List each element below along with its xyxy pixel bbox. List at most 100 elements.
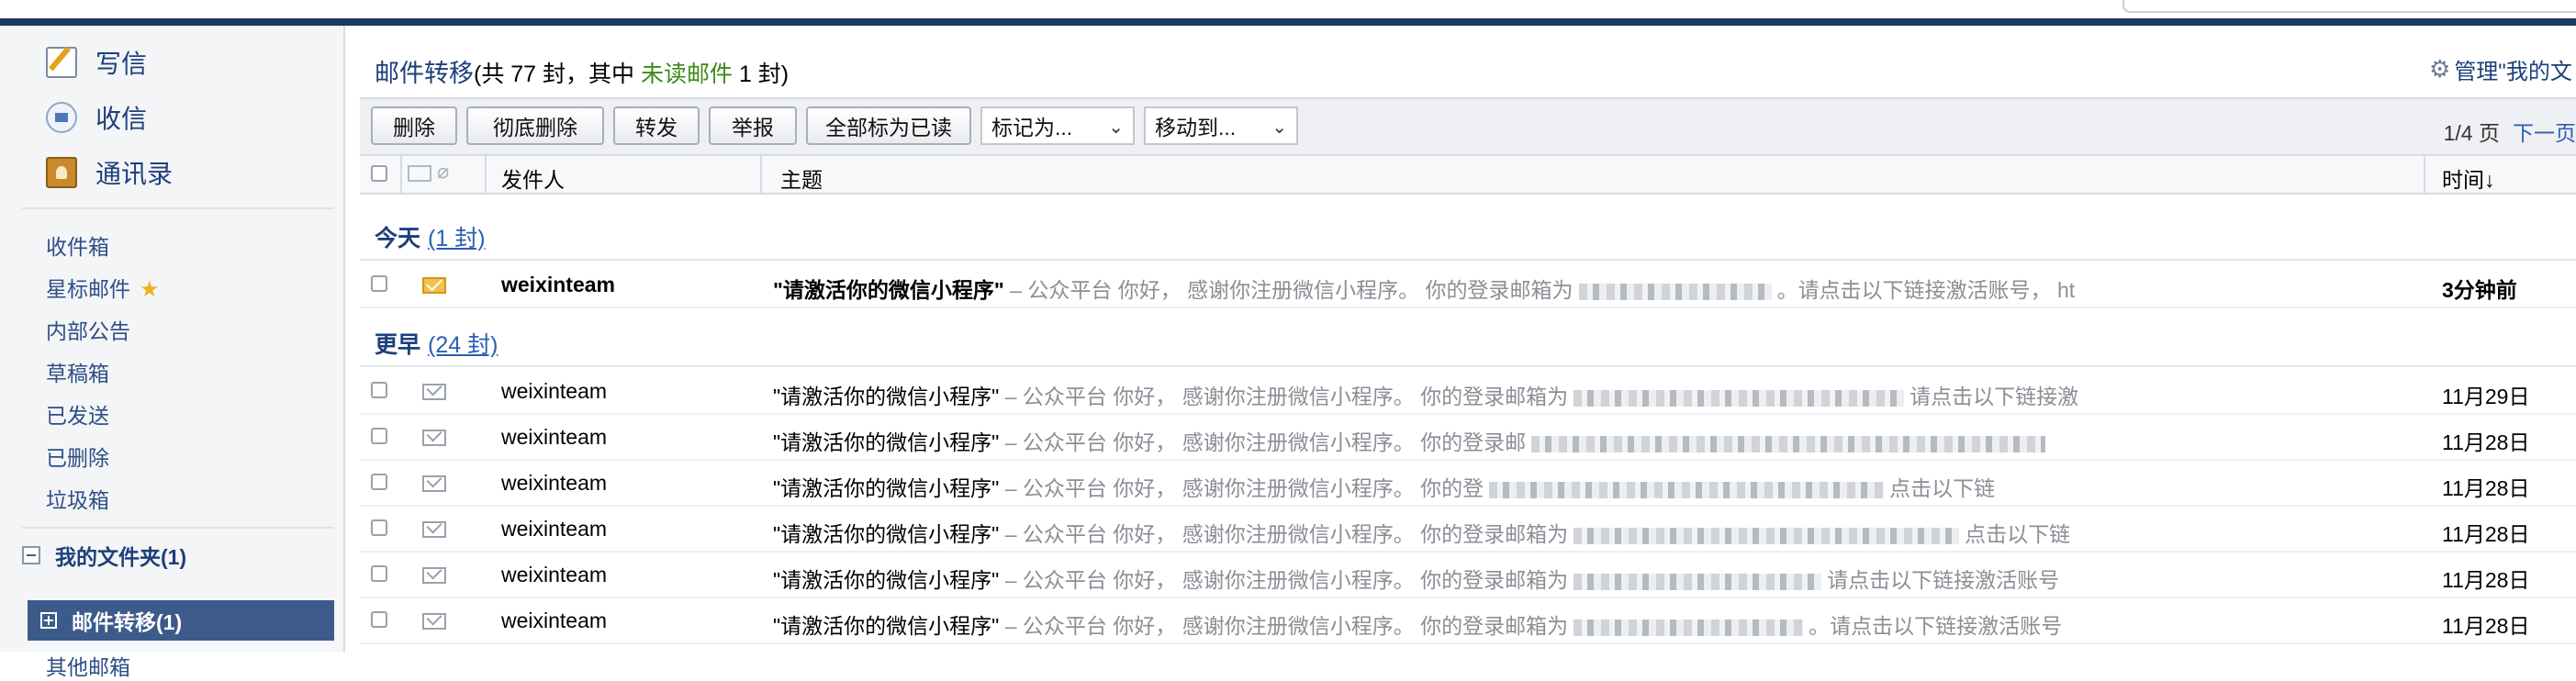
unread-link[interactable]: 未读邮件 <box>641 61 733 87</box>
subject: "请激活你的微信小程序" <box>773 430 1000 454</box>
unread-envelope-icon <box>422 277 446 294</box>
report-button[interactable]: 举报 <box>709 106 797 145</box>
row-checkbox[interactable] <box>371 382 387 398</box>
my-folders-label: 我的文件夹(1) <box>55 545 187 569</box>
move-to-select[interactable]: 移动到... ⌄ <box>1144 106 1298 145</box>
sidebar-item-announcements[interactable]: 内部公告 <box>46 314 130 345</box>
sidebar-item-drafts[interactable]: 草稿箱 <box>46 356 109 387</box>
subject-line[interactable]: "请激活你的微信小程序" – 公众平台 你好， 感谢你注册微信小程序。 你的登录… <box>773 425 2051 456</box>
sidebar-item-mail-transfer[interactable]: 邮件转移(1) <box>28 600 334 641</box>
sidebar-divider <box>22 527 334 529</box>
preview: 请点击以下链接激 <box>1910 385 2079 408</box>
subject-line[interactable]: "请激活你的微信小程序" – 公众平台 你好， 感谢你注册微信小程序。 你的登 点… <box>773 471 1995 502</box>
subject-line[interactable]: "请激活你的微信小程序" – 公众平台 你好， 感谢你注册微信小程序。 你的登录… <box>773 517 2070 548</box>
sender: weixinteam <box>501 273 615 296</box>
select-all-checkbox[interactable] <box>371 165 387 182</box>
receive-icon <box>46 102 77 133</box>
preview: – 公众平台 你好， 感谢你注册微信小程序。 你的登录邮箱为 <box>1003 278 1574 302</box>
subject: "请激活你的微信小程序" <box>773 278 1004 302</box>
row-checkbox[interactable] <box>371 275 387 292</box>
group-label: 今天 <box>375 226 421 251</box>
sidebar-item-other-mailbox[interactable]: 其他邮箱 <box>46 650 130 681</box>
subject: "请激活你的微信小程序" <box>773 385 1000 408</box>
compose-label: 写信 <box>95 50 148 78</box>
read-envelope-icon <box>422 430 446 446</box>
row-checkbox[interactable] <box>371 474 387 490</box>
delete-button[interactable]: 删除 <box>371 106 457 145</box>
redacted-text <box>1574 389 1905 407</box>
subject: "请激活你的微信小程序" <box>773 522 1000 546</box>
sidebar-item-starred[interactable]: 星标邮件 ★ <box>46 272 160 303</box>
time: 11月29日 <box>2442 385 2530 408</box>
group-count-link[interactable]: (24 封) <box>428 332 498 358</box>
row-checkbox[interactable] <box>371 565 387 582</box>
time: 3分钟前 <box>2442 278 2517 302</box>
sender: weixinteam <box>501 379 608 403</box>
top-bar <box>0 0 2576 26</box>
column-divider <box>400 156 402 193</box>
search-input[interactable] <box>2122 0 2576 13</box>
table-row[interactable]: weixinteam "请激活你的微信小程序" – 公众平台 你好， 感谢你注册… <box>360 551 2576 598</box>
manage-folders-link[interactable]: ⚙ 管理"我的文 <box>2429 53 2572 85</box>
my-folders-toggle[interactable]: 我的文件夹(1) <box>22 540 186 571</box>
sender: weixinteam <box>501 471 608 495</box>
mark-all-read-button[interactable]: 全部标为已读 <box>806 106 971 145</box>
subject: "请激活你的微信小程序" <box>773 568 1000 592</box>
table-row[interactable]: weixinteam "请激活你的微信小程序" – 公众平台 你好， 感谢你注册… <box>360 261 2576 308</box>
preview: – 公众平台 你好， 感谢你注册微信小程序。 你的登录邮箱为 <box>999 568 1569 592</box>
sender-column-header[interactable]: 发件人 <box>501 162 565 194</box>
compose-button[interactable]: 写信 <box>46 42 147 83</box>
table-row[interactable]: weixinteam "请激活你的微信小程序" – 公众平台 你好， 感谢你注册… <box>360 597 2576 644</box>
table-row[interactable]: weixinteam "请激活你的微信小程序" – 公众平台 你好， 感谢你注册… <box>360 505 2576 553</box>
toolbar: 删除 彻底删除 转发 举报 全部标为已读 标记为... ⌄ 移动到... ⌄ 1… <box>360 97 2576 156</box>
contacts-icon <box>46 157 77 188</box>
table-row[interactable]: weixinteam "请激活你的微信小程序" – 公众平台 你好， 感谢你注册… <box>360 367 2576 415</box>
preview: – 公众平台 你好， 感谢你注册微信小程序。 你的登录邮箱为 <box>999 522 1569 546</box>
next-page-link[interactable]: 下一页 <box>2513 121 2576 145</box>
time: 11月28日 <box>2442 430 2530 454</box>
contacts-button[interactable]: 通讯录 <box>46 152 173 193</box>
redacted-text <box>1574 573 1822 590</box>
main-panel: 邮件转移(共 77 封，其中 未读邮件 1 封) ⚙ 管理"我的文 删除 彻底删… <box>345 26 2576 652</box>
sidebar-item-inbox[interactable]: 收件箱 <box>46 229 109 261</box>
subject-line[interactable]: "请激活你的微信小程序" – 公众平台 你好， 感谢你注册微信小程序。 你的登录… <box>773 563 2059 594</box>
time: 11月28日 <box>2442 568 2530 592</box>
mark-as-select[interactable]: 标记为... ⌄ <box>980 106 1135 145</box>
sidebar-item-spam[interactable]: 垃圾箱 <box>46 483 109 514</box>
subject-column-header[interactable]: 主题 <box>780 162 823 194</box>
forward-button[interactable]: 转发 <box>613 106 700 145</box>
group-header-earlier: 更早 (24 封) <box>375 327 498 360</box>
read-envelope-icon <box>422 475 446 492</box>
envelope-icon <box>408 165 431 182</box>
preview: – 公众平台 你好， 感谢你注册微信小程序。 你的登录邮 <box>999 430 1527 454</box>
sidebar-item-sent[interactable]: 已发送 <box>46 398 109 430</box>
redacted-text <box>1489 481 1885 498</box>
redacted-text <box>1574 527 1960 544</box>
row-checkbox[interactable] <box>371 428 387 444</box>
subject-line[interactable]: "请激活你的微信小程序" – 公众平台 你好， 感谢你注册微信小程序。 你的登录… <box>773 379 2078 410</box>
time: 11月28日 <box>2442 614 2530 638</box>
group-count-link[interactable]: (1 封) <box>428 226 486 251</box>
redacted-text <box>1531 435 2046 452</box>
folder-title: 邮件转移 <box>375 60 474 87</box>
preview: 。请点击以下链接激活账号 <box>1809 614 2063 638</box>
preview: 。请点击以下链接激活账号， ht <box>1776 278 2076 302</box>
subject-line[interactable]: "请激活你的微信小程序" – 公众平台 你好， 感谢你注册微信小程序。 你的登录… <box>773 273 2075 304</box>
summary-suffix: 1 封) <box>733 61 790 87</box>
receive-button[interactable]: 收信 <box>46 97 147 138</box>
row-checkbox[interactable] <box>371 611 387 628</box>
read-envelope-icon <box>422 567 446 584</box>
delete-permanently-button[interactable]: 彻底删除 <box>466 106 604 145</box>
redacted-text <box>1574 619 1804 636</box>
table-row[interactable]: weixinteam "请激活你的微信小程序" – 公众平台 你好， 感谢你注册… <box>360 459 2576 507</box>
read-envelope-icon <box>422 384 446 400</box>
preview: – 公众平台 你好， 感谢你注册微信小程序。 你的登 <box>999 476 1484 500</box>
sidebar-divider <box>22 207 334 209</box>
row-checkbox[interactable] <box>371 519 387 536</box>
sidebar-item-deleted[interactable]: 已删除 <box>46 441 109 472</box>
time-column-header[interactable]: 时间↓ <box>2442 162 2495 194</box>
table-row[interactable]: weixinteam "请激活你的微信小程序" – 公众平台 你好， 感谢你注册… <box>360 413 2576 461</box>
subject-line[interactable]: "请激活你的微信小程序" – 公众平台 你好， 感谢你注册微信小程序。 你的登录… <box>773 608 2062 640</box>
receive-label: 收信 <box>95 105 148 133</box>
preview: 点击以下链 <box>1965 522 2071 546</box>
